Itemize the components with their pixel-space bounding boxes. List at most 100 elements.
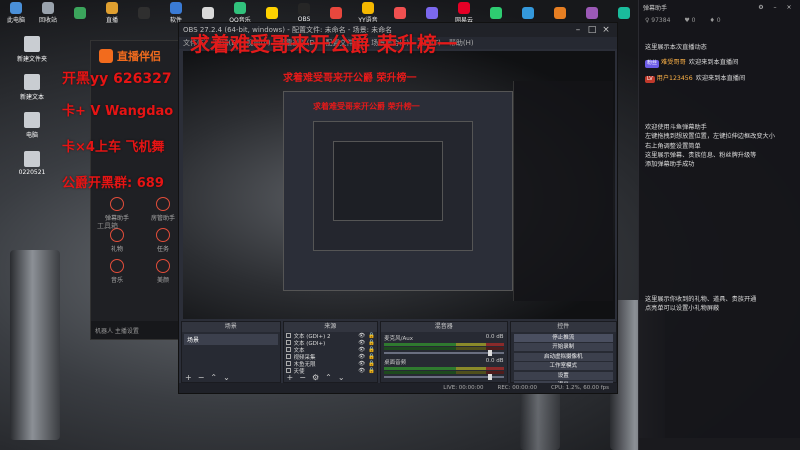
eye-icon[interactable]: 👁: [358, 361, 365, 367]
move-down-icon[interactable]: ⌄: [223, 373, 230, 382]
desktop-shortcut[interactable]: 新建文本: [0, 68, 64, 106]
close-button[interactable]: ×: [599, 25, 613, 35]
overlay-line: 卡+ V Wangdao: [62, 104, 174, 119]
app-icon: [74, 6, 86, 19]
control-button[interactable]: 启动虚拟摄像机: [513, 352, 613, 361]
desktop-shortcut-label: 0220521: [18, 168, 46, 176]
chat-top-section: 这里展示本次直播动态 粉丝 难受哥哥 欢迎来到本直播间 LV 用户123456 欢迎来到本…: [639, 40, 800, 86]
scene-item[interactable]: 场景: [184, 334, 278, 345]
move-down-icon[interactable]: ⌄: [338, 373, 345, 382]
desktop-shortcut[interactable]: 此电脑: [0, 0, 32, 26]
close-button[interactable]: ×: [782, 4, 796, 11]
chat-username[interactable]: 难受哥哥: [661, 59, 686, 66]
desktop-shortcut[interactable]: 回收站: [32, 0, 64, 26]
desktop-shortcut-label: 回收站: [38, 17, 57, 24]
remove-source-button[interactable]: −: [299, 373, 306, 382]
app-icon: [10, 2, 22, 14]
overlay-headline: 求着难受哥来开公爵 荣升榜一: [190, 32, 457, 56]
tool-icon: [110, 259, 124, 273]
overlay-line: 公爵开黑群: 689: [62, 176, 164, 191]
lock-icon[interactable]: 🔒: [368, 361, 375, 367]
chat-username[interactable]: 用户123456: [657, 75, 693, 82]
fan-badge: LV: [645, 75, 655, 84]
lock-icon[interactable]: 🔒: [368, 333, 375, 339]
lock-icon[interactable]: 🔒: [368, 340, 375, 346]
desktop-shortcut[interactable]: 电脑: [0, 106, 64, 144]
mixer-db-value: 0.0 dB: [485, 334, 504, 340]
live-timer: LIVE: 00:00:00: [443, 385, 484, 391]
scenes-dock: 场景 场景 + − ⌃ ⌄: [181, 321, 281, 383]
preview-canvas[interactable]: 求着难受哥来开公爵 荣升榜一 求着难受哥来开公爵 荣升榜一: [183, 51, 615, 319]
scene-list: 场景: [182, 334, 280, 345]
move-up-icon[interactable]: ⌃: [210, 373, 217, 382]
lock-icon[interactable]: 🔒: [368, 347, 375, 353]
desktop-shortcut[interactable]: 新建文件夹: [0, 30, 64, 68]
app-icon: [202, 6, 214, 19]
toolbox-item-label: 房管助手: [150, 215, 175, 222]
desktop-shortcut[interactable]: [128, 0, 160, 26]
add-scene-button[interactable]: +: [185, 373, 192, 382]
app-icon: [42, 2, 54, 14]
preview-overlay-title: 求着难受哥来开公爵 荣升榜一: [313, 102, 420, 111]
desktop-shortcut[interactable]: [64, 0, 96, 26]
volume-slider[interactable]: [384, 350, 504, 356]
gear-icon[interactable]: ⚙: [312, 373, 319, 382]
slider-handle[interactable]: [487, 374, 492, 380]
minimize-button[interactable]: –: [768, 4, 782, 11]
toolbox-item[interactable]: 房管助手: [143, 197, 183, 222]
app-icon: [618, 6, 630, 19]
lock-icon[interactable]: 🔒: [368, 354, 375, 360]
desktop-shortcut[interactable]: 直播: [96, 0, 128, 26]
slider-handle[interactable]: [487, 350, 492, 356]
app-icon: [266, 6, 278, 19]
volume-slider[interactable]: [384, 374, 504, 380]
eye-icon[interactable]: 👁: [358, 333, 365, 339]
source-type-icon: [285, 340, 291, 345]
mixer-channel-header: 桌面音频 0.0 dB: [384, 358, 503, 366]
move-up-icon[interactable]: ⌃: [325, 373, 332, 382]
mixer-dock-header: 混音器: [381, 322, 507, 332]
control-button[interactable]: 设置: [513, 371, 613, 380]
app-icon: [106, 2, 118, 14]
toolbox-item[interactable]: 音乐: [97, 259, 137, 284]
toolbox-grid: 弹幕助手房管助手礼物 任务 音乐 美颜: [91, 191, 189, 290]
preview-chat-panel: [513, 81, 613, 301]
controls-dock-header: 控件: [510, 322, 616, 332]
volume-meter: [384, 347, 504, 350]
settings-icon[interactable]: ⚙: [754, 4, 768, 11]
toolbox-item[interactable]: 任务: [143, 228, 183, 253]
scenes-dock-header: 场景: [182, 322, 280, 332]
app-icon: [522, 6, 534, 19]
eye-icon[interactable]: 👁: [358, 347, 365, 353]
eye-icon[interactable]: 👁: [358, 354, 365, 360]
control-button[interactable]: 工作室模式: [513, 362, 613, 370]
overlay-line: 开黑yy 626327: [62, 71, 172, 87]
toolbox-item-label: 礼物: [110, 246, 123, 253]
tool-icon: [156, 228, 170, 242]
app-logo[interactable]: 直播伴侣: [91, 41, 189, 71]
desktop-shortcut[interactable]: 0220521: [0, 144, 64, 182]
chat-title: 弹幕助手: [643, 4, 668, 12]
control-button[interactable]: 停止推流: [513, 333, 613, 342]
minimize-button[interactable]: –: [571, 25, 585, 35]
chat-text: 欢迎来到本直播间: [688, 59, 739, 67]
controls-dock: 控件 停止推流开始录制启动虚拟摄像机工作室模式设置退出: [509, 321, 617, 389]
toolbox-item[interactable]: 礼物: [97, 228, 137, 253]
folder-icon: [24, 150, 40, 167]
chat-input-bar[interactable]: [639, 438, 800, 450]
add-source-button[interactable]: +: [287, 373, 294, 382]
preview-overlay-title: 求着难受哥来开公爵 荣升榜一: [283, 73, 417, 84]
toolbox-item[interactable]: 美颜: [143, 259, 183, 284]
control-button[interactable]: 开始录制: [513, 343, 613, 351]
status-bar: LIVE: 00:00:00 REC: 00:00:00 CPU: 1.2%, …: [179, 383, 617, 393]
nested-obs-window: [333, 141, 443, 221]
eye-icon[interactable]: 👁: [358, 340, 365, 346]
chat-titlebar[interactable]: 弹幕助手 ⚙ – ×: [639, 0, 800, 14]
chat-middle-section: 欢迎使用斗鱼弹幕助手 左键拖拽到想放置位置，左键拉伸边框改变大小 右上角调整设置…: [639, 120, 800, 172]
chat-stats: ♀ 97384 ♥ 0 ♦ 0: [639, 14, 800, 26]
toolbox-item[interactable]: 弹幕助手: [97, 197, 137, 222]
chat-stat: ♀ 97384: [645, 16, 671, 24]
maximize-button[interactable]: □: [585, 25, 599, 35]
remove-scene-button[interactable]: −: [198, 373, 205, 382]
mixer-channels: 麦克风/Aux 0.0 dB 桌面音频 0.0 dB: [381, 332, 506, 380]
